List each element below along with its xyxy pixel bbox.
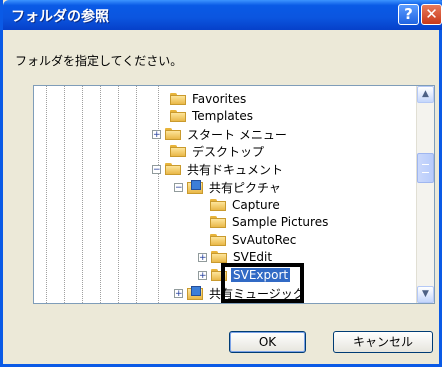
expand-icon[interactable]: + [152,129,161,139]
tree-guide-line [118,86,119,303]
folder-icon [170,110,186,122]
tree-item-label: SVExport [229,267,292,283]
tree-item-sample-pictures[interactable]: Sample Pictures [210,214,330,230]
close-icon: ✕ [425,5,438,23]
collapse-icon[interactable]: − [174,182,183,192]
tree-item-label: 共有ミュージック [209,286,305,301]
folder-icon [165,163,181,175]
folder-icon [165,128,181,140]
dialog-title: フォルダの参照 [11,9,109,25]
folder-icon [170,93,186,105]
close-button[interactable]: ✕ [421,4,442,25]
tree-item-svexport[interactable]: + SVExport [198,267,292,283]
browse-folder-dialog: フォルダの参照 ? ✕ フォルダを指定してください。 Favorites Tem… [0,0,442,367]
folder-icon [210,199,226,211]
shared-music-icon [187,286,203,300]
tree-item-label: SvAutoRec [232,233,297,247]
ok-button[interactable]: OK [229,331,306,353]
tree-item-label: Templates [192,109,254,123]
tree-item-label: スタート メニュー [187,127,287,142]
help-icon: ? [404,5,413,23]
tree-item-start-menu[interactable]: + スタート メニュー [152,126,289,142]
expand-icon[interactable]: + [198,270,207,280]
tree-item-desktop[interactable]: デスクトップ [170,143,266,159]
tree-item-label: Capture [232,198,280,212]
folder-icon [211,251,227,263]
shared-pictures-icon [187,180,203,194]
tree-item-label: Sample Pictures [232,215,329,229]
tree-item-label: Favorites [192,92,247,106]
scroll-thumb[interactable] [417,153,434,183]
tree-item-favorites[interactable]: Favorites [170,91,248,107]
vertical-scrollbar[interactable]: ▲ ▼ [416,86,434,303]
folder-tree[interactable]: Favorites Templates + スタート メニュー デスクトップ −… [33,85,435,304]
expand-icon[interactable]: + [174,288,183,298]
cancel-button[interactable]: キャンセル [333,331,433,353]
tree-guide-line [82,86,83,303]
tree-item-label: SVEdit [233,250,273,264]
scroll-down-button[interactable]: ▼ [417,286,434,303]
help-button[interactable]: ? [398,4,419,25]
tree-item-shared-music[interactable]: + 共有ミュージック [174,285,307,301]
tree-item-svautorec[interactable]: SvAutoRec [210,232,298,248]
scroll-up-button[interactable]: ▲ [417,86,434,103]
tree-item-capture[interactable]: Capture [210,197,282,213]
folder-icon [210,234,226,246]
tree-item-label: 共有ドキュメント [187,162,284,177]
tree-item-templates[interactable]: Templates [170,108,255,124]
tree-guide-line [100,86,101,303]
folder-icon [211,269,227,281]
tree-item-shared-pictures[interactable]: − 共有ピクチャ [174,179,283,195]
tree-item-label: 共有ピクチャ [209,180,281,195]
tree-item-label: デスクトップ [192,144,265,159]
collapse-icon[interactable]: − [152,164,161,174]
tree-item-svedit[interactable]: + SVEdit [198,249,274,265]
instruction-text: フォルダを指定してください。 [15,54,183,68]
tree-guide-line [64,86,65,303]
tree-item-shared-documents[interactable]: − 共有ドキュメント [152,161,285,177]
tree-guide-line [136,86,137,303]
folder-icon [170,145,186,157]
tree-guide-line [158,86,159,303]
folder-icon [210,216,226,228]
expand-icon[interactable]: + [198,252,207,262]
title-bar[interactable]: フォルダの参照 ? ✕ [3,0,442,30]
tree-guide-line [46,86,47,303]
